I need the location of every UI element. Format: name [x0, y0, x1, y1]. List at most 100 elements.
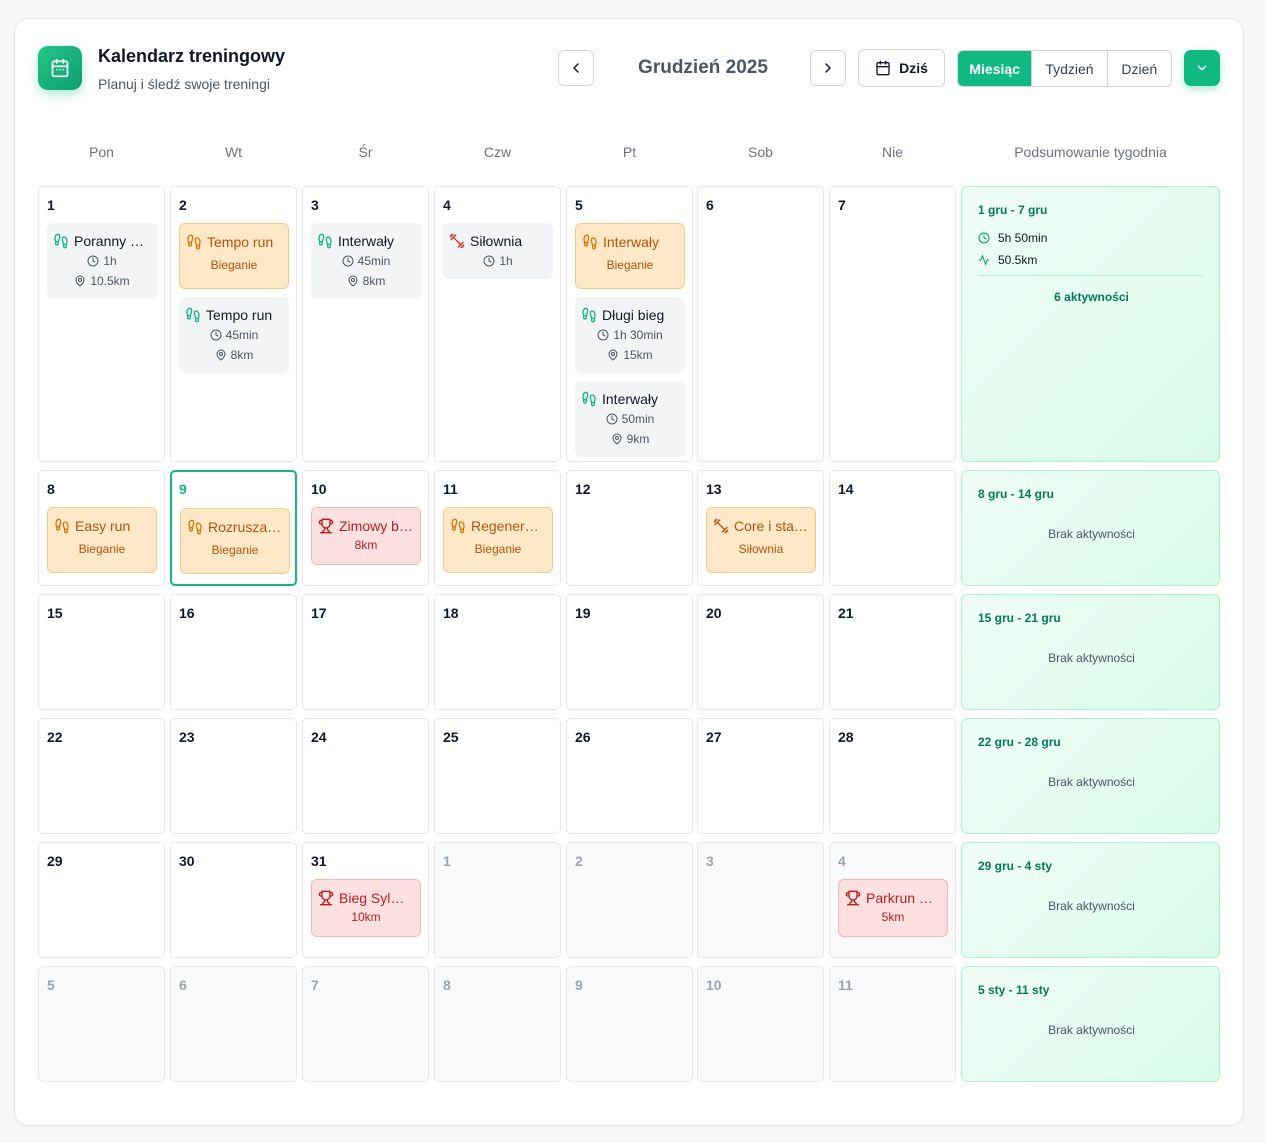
day-cell[interactable]: 24	[302, 718, 429, 834]
day-cell[interactable]: 12	[566, 470, 693, 586]
event-category: Siłownia	[738, 542, 784, 556]
day-cell[interactable]: 1 Poranny bieg 1h 10.5km	[38, 186, 165, 462]
day-cell[interactable]: 5 Interwały Bieganie Długi bieg 1h 30min 15km…	[566, 186, 693, 462]
options-dropdown-button[interactable]	[1184, 50, 1220, 86]
clock-icon	[606, 413, 618, 425]
day-cell[interactable]: 18	[434, 594, 561, 710]
day-number: 21	[838, 605, 854, 621]
day-cell[interactable]: 22	[38, 718, 165, 834]
calendar-app-icon	[38, 46, 82, 90]
event-title: Bieg Sylwestrowy	[339, 890, 414, 906]
day-cell[interactable]: 9	[566, 966, 693, 1082]
event-title-row: Easy run	[54, 516, 150, 536]
view-week-tab[interactable]: Tydzień	[1032, 51, 1108, 86]
day-cell[interactable]: 16	[170, 594, 297, 710]
event-detail-text: 10.5km	[90, 274, 130, 288]
event-card[interactable]: Core i stabilizacja Siłownia	[706, 507, 816, 573]
day-cell[interactable]: 23	[170, 718, 297, 834]
day-cell[interactable]: 21	[829, 594, 956, 710]
day-cell[interactable]: 19	[566, 594, 693, 710]
event-card[interactable]: Bieg Sylwestrowy 10km	[311, 879, 421, 937]
event-card[interactable]: Tempo run 45min 8km	[179, 297, 289, 373]
summary-header: Podsumowanie tygodnia	[1014, 144, 1167, 160]
next-month-button[interactable]	[810, 50, 846, 86]
event-card[interactable]: Parkrun Nowy Rok 5km	[838, 879, 948, 937]
event-card[interactable]: Poranny bieg 1h 10.5km	[47, 223, 157, 299]
day-cell[interactable]: 11 Regeneracja Bieganie	[434, 470, 561, 586]
event-card[interactable]: Interwały Bieganie	[575, 223, 685, 289]
event-card[interactable]: Interwały 50min 9km	[575, 381, 685, 457]
day-number: 2	[575, 853, 583, 869]
chevron-right-icon	[825, 63, 831, 73]
day-cell[interactable]: 28	[829, 718, 956, 834]
weekday-label: Wt	[224, 144, 243, 160]
event-card[interactable]: Regeneracja Bieganie	[443, 507, 553, 573]
day-number: 24	[311, 729, 327, 745]
day-cell[interactable]: 3	[697, 842, 824, 958]
event-title: Zimowy bieg	[339, 518, 414, 534]
event-card[interactable]: Interwały 45min 8km	[311, 223, 421, 299]
day-number: 8	[47, 481, 55, 497]
day-cell[interactable]: 1	[434, 842, 561, 958]
event-detail: 1h	[53, 251, 151, 271]
day-cell[interactable]: 26	[566, 718, 693, 834]
day-cell[interactable]: 10 Zimowy bieg 8km	[302, 470, 429, 586]
event-detail: 45min	[317, 251, 415, 271]
today-button[interactable]: Dziś	[858, 49, 945, 87]
prev-month-button[interactable]	[558, 50, 594, 86]
day-cell[interactable]: 6	[697, 186, 824, 462]
week-total-distance-value: 50.5km	[998, 253, 1038, 267]
day-number: 30	[179, 853, 195, 869]
day-cell[interactable]: 2 Tempo run Bieganie Tempo run 45min 8km	[170, 186, 297, 462]
day-number: 28	[838, 729, 854, 745]
day-cell[interactable]: 4 Siłownia 1h	[434, 186, 561, 462]
event-title-row: Parkrun Nowy Rok	[845, 888, 941, 908]
day-cell[interactable]: 10	[697, 966, 824, 1082]
event-card[interactable]: Tempo run Bieganie	[179, 223, 289, 289]
event-category: Bieganie	[78, 542, 126, 556]
week-total-distance: 50.5km	[978, 253, 1037, 267]
day-cell[interactable]: 15	[38, 594, 165, 710]
event-card[interactable]: Zimowy bieg 8km	[311, 507, 421, 565]
dumbbell-icon	[713, 518, 729, 534]
event-card[interactable]: Easy run Bieganie	[47, 507, 157, 573]
day-cell[interactable]: 7	[829, 186, 956, 462]
calendar-icon	[51, 58, 69, 78]
day-cell[interactable]: 14	[829, 470, 956, 586]
day-cell[interactable]: 6	[170, 966, 297, 1082]
event-card[interactable]: Długi bieg 1h 30min 15km	[575, 297, 685, 373]
week-activity-count: 6 aktywności	[1054, 290, 1129, 304]
event-card[interactable]: Siłownia 1h	[443, 223, 553, 279]
day-number: 20	[706, 605, 722, 621]
day-cell[interactable]: 4 Parkrun Nowy Rok 5km	[829, 842, 956, 958]
event-card[interactable]: Rozruszanie Bieganie	[180, 508, 290, 574]
clock-icon	[87, 255, 99, 267]
view-month-tab[interactable]: Miesiąc	[958, 51, 1033, 86]
day-cell[interactable]: 5	[38, 966, 165, 1082]
chevron-left-icon	[573, 63, 579, 73]
day-cell[interactable]: 3 Interwały 45min 8km	[302, 186, 429, 462]
day-cell[interactable]: 11	[829, 966, 956, 1082]
day-number: 22	[47, 729, 63, 745]
event-detail-text: 45min	[225, 328, 259, 342]
event-category: Bieganie	[606, 258, 654, 272]
day-cell[interactable]: 8	[434, 966, 561, 1082]
day-number: 5	[47, 977, 55, 993]
day-cell[interactable]: 30	[170, 842, 297, 958]
day-number: 6	[706, 197, 714, 213]
day-cell[interactable]: 27	[697, 718, 824, 834]
view-day-tab[interactable]: Dzień	[1108, 51, 1171, 86]
day-cell[interactable]: 17	[302, 594, 429, 710]
day-cell[interactable]: 25	[434, 718, 561, 834]
day-cell-today[interactable]: 9 Rozruszanie Bieganie	[170, 470, 297, 586]
day-cell[interactable]: 8 Easy run Bieganie	[38, 470, 165, 586]
day-cell[interactable]: 29	[38, 842, 165, 958]
event-title: Siłownia	[470, 233, 523, 249]
day-cell[interactable]: 31 Bieg Sylwestrowy 10km	[302, 842, 429, 958]
day-cell[interactable]: 20	[697, 594, 824, 710]
day-cell[interactable]: 2	[566, 842, 693, 958]
event-detail: 15km	[581, 345, 679, 365]
event-title-row: Bieg Sylwestrowy	[318, 888, 414, 908]
day-cell[interactable]: 13 Core i stabilizacja Siłownia	[697, 470, 824, 586]
day-cell[interactable]: 7	[302, 966, 429, 1082]
